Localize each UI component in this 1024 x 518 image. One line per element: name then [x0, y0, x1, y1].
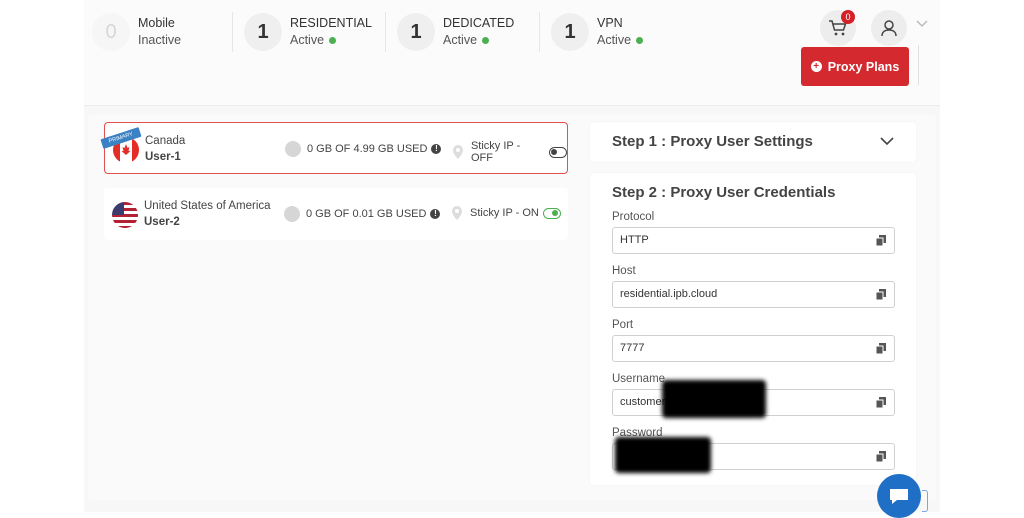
username-label: Username [612, 373, 666, 385]
active-dot-icon [329, 37, 337, 44]
proxy-plans-button[interactable]: + Proxy Plans [801, 47, 909, 86]
stat-vpn[interactable]: 1 VPN Active [551, 12, 644, 52]
proxy-usage: 0 GB OF 4.99 GB USED ! [285, 141, 442, 157]
sticky-ip-control: Sticky IP - OFF [451, 140, 567, 164]
port-label: Port [612, 319, 634, 331]
protocol-field[interactable]: HTTP [612, 227, 895, 254]
app-window: 0 Mobile Inactive 1 RESIDENTIAL Active 1… [84, 0, 940, 512]
proxy-list-item[interactable]: PRIMARY Canada User-1 0 GB OF 4.99 GB US… [100, 122, 568, 174]
protocol-label: Protocol [612, 211, 655, 223]
pie-chart-icon [285, 141, 301, 157]
stat-status: Active [443, 32, 514, 49]
chevron-down-icon [880, 137, 894, 146]
copy-icon[interactable] [876, 397, 886, 408]
step1-accordion[interactable]: Step 1 : Proxy User Settings [590, 122, 916, 162]
cart-count-badge: 0 [841, 10, 855, 24]
content-panel: PRIMARY Canada User-1 0 GB OF 4.99 GB US… [88, 114, 936, 500]
stat-count: 0 [92, 13, 130, 51]
divider [385, 12, 386, 52]
stat-residential[interactable]: 1 RESIDENTIAL Active [244, 12, 372, 52]
sticky-ip-control: Sticky IP - ON [450, 205, 561, 221]
stats-bar: 0 Mobile Inactive 1 RESIDENTIAL Active 1… [84, 0, 940, 106]
host-field[interactable]: residential.ipb.cloud [612, 281, 895, 308]
proxy-plans-label: Proxy Plans [827, 59, 900, 74]
stat-mobile[interactable]: 0 Mobile Inactive [92, 12, 181, 52]
info-icon[interactable]: ! [430, 209, 441, 219]
copy-icon[interactable] [876, 289, 886, 300]
active-dot-icon [482, 37, 490, 44]
copy-icon[interactable] [876, 235, 886, 246]
step1-title: Step 1 : Proxy User Settings [612, 133, 813, 150]
step2-title: Step 2 : Proxy User Credentials [612, 184, 836, 201]
user-icon [881, 20, 897, 37]
divider [539, 12, 540, 52]
step2-credentials-card: Step 2 : Proxy User Credentials Protocol… [590, 173, 916, 485]
stat-name: DEDICATED [443, 16, 515, 30]
stat-status: Active [597, 32, 644, 49]
divider [232, 12, 233, 52]
copy-icon[interactable] [876, 451, 886, 462]
chevron-down-icon[interactable] [916, 20, 928, 28]
chat-edge [922, 490, 928, 512]
divider [918, 45, 919, 85]
stat-name: Mobile [138, 16, 175, 30]
stat-status: Inactive [138, 33, 182, 47]
proxy-country: Canada [145, 135, 186, 147]
host-label: Host [612, 265, 636, 277]
sticky-ip-toggle[interactable] [542, 207, 561, 219]
location-pin-icon [452, 206, 462, 220]
proxy-username: User-1 [145, 151, 181, 163]
proxy-username: User-2 [144, 216, 180, 228]
copy-icon[interactable] [876, 343, 886, 354]
port-field[interactable]: 7777 [612, 335, 895, 362]
stat-status: Active [290, 32, 372, 49]
stat-count: 1 [551, 13, 589, 51]
chat-bubble-icon [890, 489, 908, 504]
sticky-ip-toggle[interactable] [549, 146, 567, 158]
user-menu-button[interactable] [871, 10, 907, 46]
info-icon[interactable]: ! [431, 144, 442, 154]
stat-name: RESIDENTIAL [290, 16, 372, 30]
stat-dedicated[interactable]: 1 DEDICATED Active [397, 12, 514, 52]
proxy-usage: 0 GB OF 0.01 GB USED ! [284, 206, 441, 222]
redaction-block [615, 437, 711, 473]
location-pin-icon [452, 145, 463, 159]
plus-circle-icon: + [810, 61, 822, 72]
chat-button[interactable] [877, 474, 921, 518]
stat-name: VPN [597, 16, 623, 30]
proxy-list-item[interactable]: United States of America User-2 0 GB OF … [104, 188, 568, 240]
pie-chart-icon [284, 206, 300, 222]
stat-count: 1 [244, 13, 282, 51]
active-dot-icon [636, 37, 644, 44]
redaction-block [662, 380, 766, 418]
proxy-country: United States of America [144, 200, 271, 212]
usa-flag-icon [112, 202, 138, 228]
stat-count: 1 [397, 13, 435, 51]
